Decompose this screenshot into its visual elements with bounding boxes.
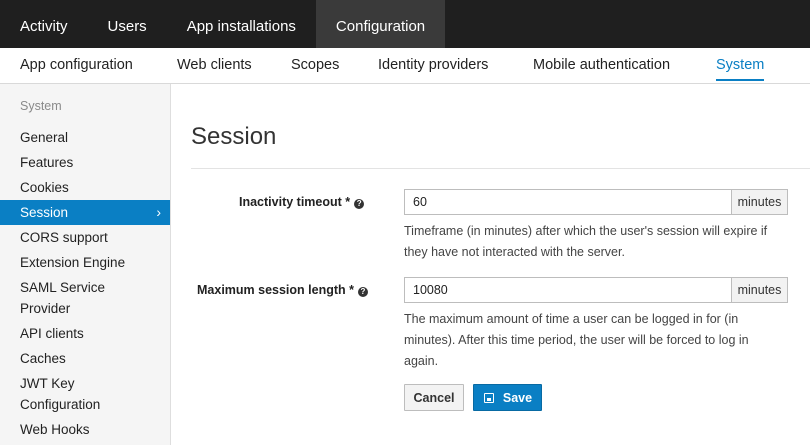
subtab-mobile-authentication[interactable]: Mobile authentication [533,48,670,84]
save-button-label: Save [502,390,533,405]
sub-navigation: App configuration Web clients Scopes Ide… [0,48,810,84]
help-icon[interactable]: ? [354,199,365,209]
inactivity-timeout-help: Timeframe (in minutes) after which the u… [404,224,768,259]
help-icon[interactable]: ? [357,287,368,297]
sidebar-item-label: Session [20,205,69,220]
sidebar-item-caches[interactable]: Caches [0,348,170,369]
sidebar-item-extension-engine[interactable]: Extension Engine [0,252,170,273]
top-navigation: Activity Users App installations Configu… [0,0,810,48]
inactivity-timeout-unit: minutes [731,189,788,215]
max-session-length-unit: minutes [731,277,788,303]
inactivity-timeout-label-text: Inactivity timeout * [239,195,351,209]
sidebar-heading: System [20,99,62,113]
subtab-identity-providers[interactable]: Identity providers [378,48,488,84]
tab-users[interactable]: Users [88,0,167,48]
max-session-length-label-text: Maximum session length * [197,283,354,297]
tab-activity[interactable]: Activity [0,0,88,48]
sidebar-item-cookies[interactable]: Cookies [0,177,170,198]
sidebar-item-api-clients[interactable]: API clients [0,323,170,344]
page-title: Session [191,123,277,150]
save-button[interactable]: Save [473,384,542,411]
sidebar-item-saml-service-provider[interactable]: SAML Service Provider [0,277,120,319]
tab-app-installations[interactable]: App installations [167,0,316,48]
tab-configuration[interactable]: Configuration [315,0,446,48]
max-session-length-label: Maximum session length *? [197,283,368,297]
cancel-button[interactable]: Cancel [404,384,464,411]
inactivity-timeout-label: Inactivity timeout *? [239,195,365,209]
inactivity-timeout-group: minutes [404,189,810,215]
subtab-app-configuration[interactable]: App configuration [20,48,133,84]
sidebar-item-cors-support[interactable]: CORS support [0,227,170,248]
subtab-system[interactable]: System [716,48,765,84]
sidebar-item-general[interactable]: General [0,127,170,148]
max-session-length-input[interactable] [404,277,731,303]
sidebar: System General Features Cookies Session … [0,84,171,445]
main-content: Session Inactivity timeout *? minutes Ti… [172,84,810,445]
sidebar-item-jwt-key-configuration[interactable]: JWT Key Configuration [0,373,110,415]
max-session-length-group: minutes [404,277,810,303]
sidebar-item-web-hooks[interactable]: Web Hooks [0,419,170,440]
max-session-length-help: The maximum amount of time a user can be… [404,312,749,368]
chevron-right-icon: › [156,204,161,220]
inactivity-timeout-input[interactable] [404,189,731,215]
sidebar-item-features[interactable]: Features [0,152,170,173]
subtab-web-clients[interactable]: Web clients [177,48,252,84]
save-icon [484,393,494,403]
sidebar-item-session[interactable]: Session › [0,200,170,225]
title-divider [191,168,810,169]
subtab-scopes[interactable]: Scopes [291,48,339,84]
